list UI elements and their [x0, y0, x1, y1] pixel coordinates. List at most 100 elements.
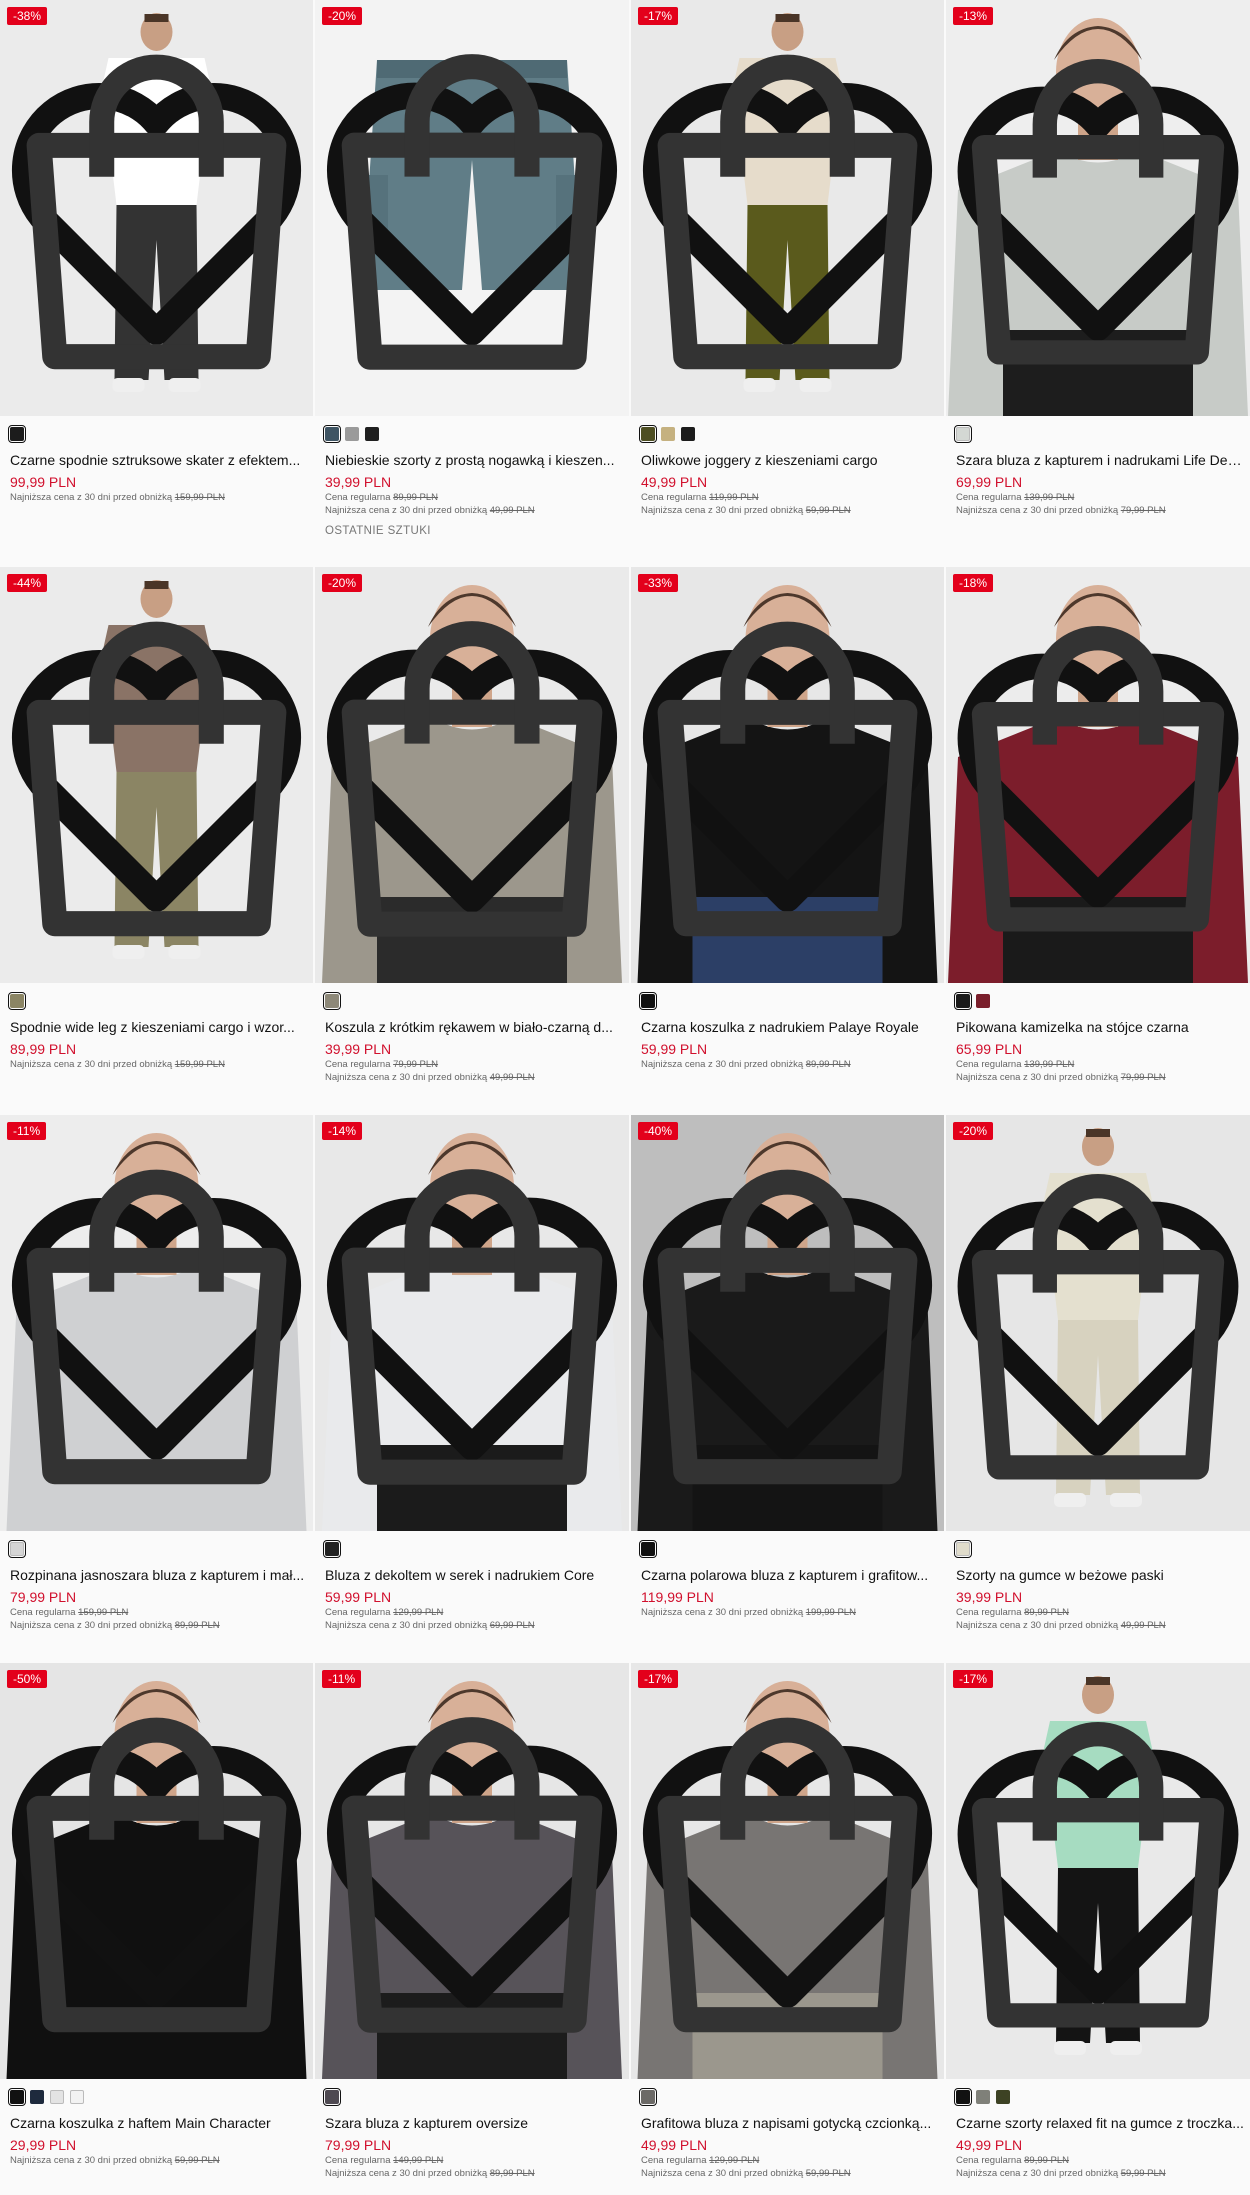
color-swatch[interactable] [30, 2090, 44, 2104]
color-swatch[interactable] [323, 425, 341, 443]
product-photo[interactable]: -40% [631, 1115, 944, 1531]
color-swatch[interactable] [954, 992, 972, 1010]
shopping-bag-icon[interactable] [0, 1663, 313, 2079]
product-price: 119,99 PLN [641, 1589, 714, 1605]
regular-price-line: Cena regularna 129,99 PLN [641, 2154, 938, 2167]
shopping-bag-icon[interactable] [315, 1115, 629, 1531]
product-photo[interactable]: -20% [946, 1115, 1250, 1531]
product-name[interactable]: Pikowana kamizelka na stójce czarna [956, 1018, 1244, 1036]
product-name[interactable]: Czarna koszulka z haftem Main Character [10, 2114, 307, 2132]
product-name[interactable]: Czarne spodnie sztruksowe skater z efekt… [10, 451, 307, 469]
color-swatch[interactable] [323, 1540, 341, 1558]
product-info: Czarna koszulka z nadrukiem Palaye Royal… [639, 992, 938, 1071]
product-photo[interactable]: -38% [0, 0, 313, 416]
product-photo[interactable]: -17% [946, 1663, 1250, 2079]
product-card[interactable]: -38% Czarne spodnie sztruksowe skater z … [0, 0, 313, 567]
color-swatch[interactable] [976, 994, 990, 1008]
product-card[interactable]: -18% Pikowana kamizelka na stójce czarna… [946, 567, 1250, 1115]
shopping-bag-icon[interactable] [631, 0, 944, 416]
product-name[interactable]: Czarna koszulka z nadrukiem Palaye Royal… [641, 1018, 938, 1036]
product-photo[interactable]: -14% [315, 1115, 629, 1531]
product-name[interactable]: Szara bluza z kapturem i nadrukami Life … [956, 451, 1244, 469]
product-name[interactable]: Spodnie wide leg z kieszeniami cargo i w… [10, 1018, 307, 1036]
color-swatch[interactable] [365, 427, 379, 441]
product-card[interactable]: -14% Bluza z dekoltem w serek i nadrukie… [315, 1115, 629, 1663]
lowest-price: 89,99 PLN [489, 2168, 535, 2179]
shopping-bag-icon[interactable] [0, 567, 313, 983]
product-card[interactable]: -50% Czarna koszulka z haftem Main Chara… [0, 1663, 313, 2195]
color-swatch[interactable] [345, 427, 359, 441]
color-swatch[interactable] [8, 1540, 26, 1558]
color-swatch[interactable] [976, 2090, 990, 2104]
product-photo[interactable]: -18% [946, 567, 1250, 983]
color-swatch[interactable] [661, 427, 675, 441]
product-photo[interactable]: -50% [0, 1663, 313, 2079]
shopping-bag-icon[interactable] [946, 1663, 1250, 2079]
product-info: Czarna koszulka z haftem Main Character … [8, 2088, 307, 2167]
product-card[interactable]: -33% Czarna koszulka z nadrukiem Palaye … [631, 567, 944, 1115]
color-swatches [8, 1540, 307, 1558]
shopping-bag-icon[interactable] [946, 1115, 1250, 1531]
shopping-bag-icon[interactable] [946, 0, 1250, 416]
shopping-bag-icon[interactable] [315, 0, 629, 416]
color-swatch[interactable] [996, 2090, 1010, 2104]
product-photo[interactable]: -11% [315, 1663, 629, 2079]
product-card[interactable]: -20% Koszula z krótkim rękawem w biało-c… [315, 567, 629, 1115]
color-swatch[interactable] [681, 427, 695, 441]
color-swatch[interactable] [639, 2088, 657, 2106]
product-card[interactable]: -13% Szara bluza z kapturem i nadrukami … [946, 0, 1250, 567]
product-photo[interactable]: -20% [315, 567, 629, 983]
product-photo[interactable]: -17% [631, 1663, 944, 2079]
color-swatch[interactable] [639, 1540, 657, 1558]
product-photo[interactable]: -13% [946, 0, 1250, 416]
shopping-bag-icon[interactable] [946, 567, 1250, 983]
product-card[interactable]: -44% Spodnie wide leg z kieszeniami carg… [0, 567, 313, 1115]
shopping-bag-icon[interactable] [315, 1663, 629, 2079]
color-swatch[interactable] [639, 992, 657, 1010]
color-swatch[interactable] [50, 2090, 64, 2104]
product-photo[interactable]: -33% [631, 567, 944, 983]
product-photo[interactable]: -11% [0, 1115, 313, 1531]
color-swatch[interactable] [8, 992, 26, 1010]
shopping-bag-icon[interactable] [631, 1115, 944, 1531]
color-swatch[interactable] [954, 2088, 972, 2106]
product-card[interactable]: -17% Czarne szorty relaxed fit na gumce … [946, 1663, 1250, 2195]
shopping-bag-icon[interactable] [0, 0, 313, 416]
product-name[interactable]: Rozpinana jasnoszara bluza z kapturem i … [10, 1566, 307, 1584]
product-photo[interactable]: -20% [315, 0, 629, 416]
color-swatch[interactable] [323, 992, 341, 1010]
product-card[interactable]: -17% Oliwkowe joggery z kieszeniami carg… [631, 0, 944, 567]
product-name[interactable]: Szara bluza z kapturem oversize [325, 2114, 623, 2132]
product-card[interactable]: -11% Szara bluza z kapturem oversize 79,… [315, 1663, 629, 2195]
lowest-price-label: Najniższa cena z 30 dni przed obniżką [10, 1059, 173, 1070]
product-card[interactable]: -20% Szorty na gumce w beżowe paski 39,9… [946, 1115, 1250, 1663]
product-name[interactable]: Grafitowa bluza z napisami gotycką czcio… [641, 2114, 938, 2132]
product-photo[interactable]: -17% [631, 0, 944, 416]
shopping-bag-icon[interactable] [0, 1115, 313, 1531]
shopping-bag-icon[interactable] [631, 567, 944, 983]
color-swatch[interactable] [8, 425, 26, 443]
product-name[interactable]: Czarne szorty relaxed fit na gumce z tro… [956, 2114, 1244, 2132]
shopping-bag-icon[interactable] [631, 1663, 944, 2079]
product-name[interactable]: Szorty na gumce w beżowe paski [956, 1566, 1244, 1584]
product-card[interactable]: -17% Grafitowa bluza z napisami gotycką … [631, 1663, 944, 2195]
product-info: Czarne spodnie sztruksowe skater z efekt… [8, 425, 307, 504]
product-name[interactable]: Koszula z krótkim rękawem w biało-czarną… [325, 1018, 623, 1036]
color-swatch[interactable] [954, 425, 972, 443]
lowest-price-line: Najniższa cena z 30 dni przed obniżką 89… [10, 1619, 307, 1632]
product-name[interactable]: Niebieskie szorty z prostą nogawką i kie… [325, 451, 623, 469]
color-swatch[interactable] [70, 2090, 84, 2104]
color-swatch[interactable] [639, 425, 657, 443]
lowest-price: 69,99 PLN [489, 1620, 535, 1631]
color-swatch[interactable] [323, 2088, 341, 2106]
color-swatch[interactable] [954, 1540, 972, 1558]
product-card[interactable]: -40% Czarna polarowa bluza z kapturem i … [631, 1115, 944, 1663]
product-photo[interactable]: -44% [0, 567, 313, 983]
shopping-bag-icon[interactable] [315, 567, 629, 983]
product-name[interactable]: Bluza z dekoltem w serek i nadrukiem Cor… [325, 1566, 623, 1584]
product-name[interactable]: Czarna polarowa bluza z kapturem i grafi… [641, 1566, 938, 1584]
product-card[interactable]: -20% Niebieskie szorty z prostą nogawką … [315, 0, 629, 567]
product-name[interactable]: Oliwkowe joggery z kieszeniami cargo [641, 451, 938, 469]
product-card[interactable]: -11% Rozpinana jasnoszara bluza z kaptur… [0, 1115, 313, 1663]
color-swatch[interactable] [8, 2088, 26, 2106]
